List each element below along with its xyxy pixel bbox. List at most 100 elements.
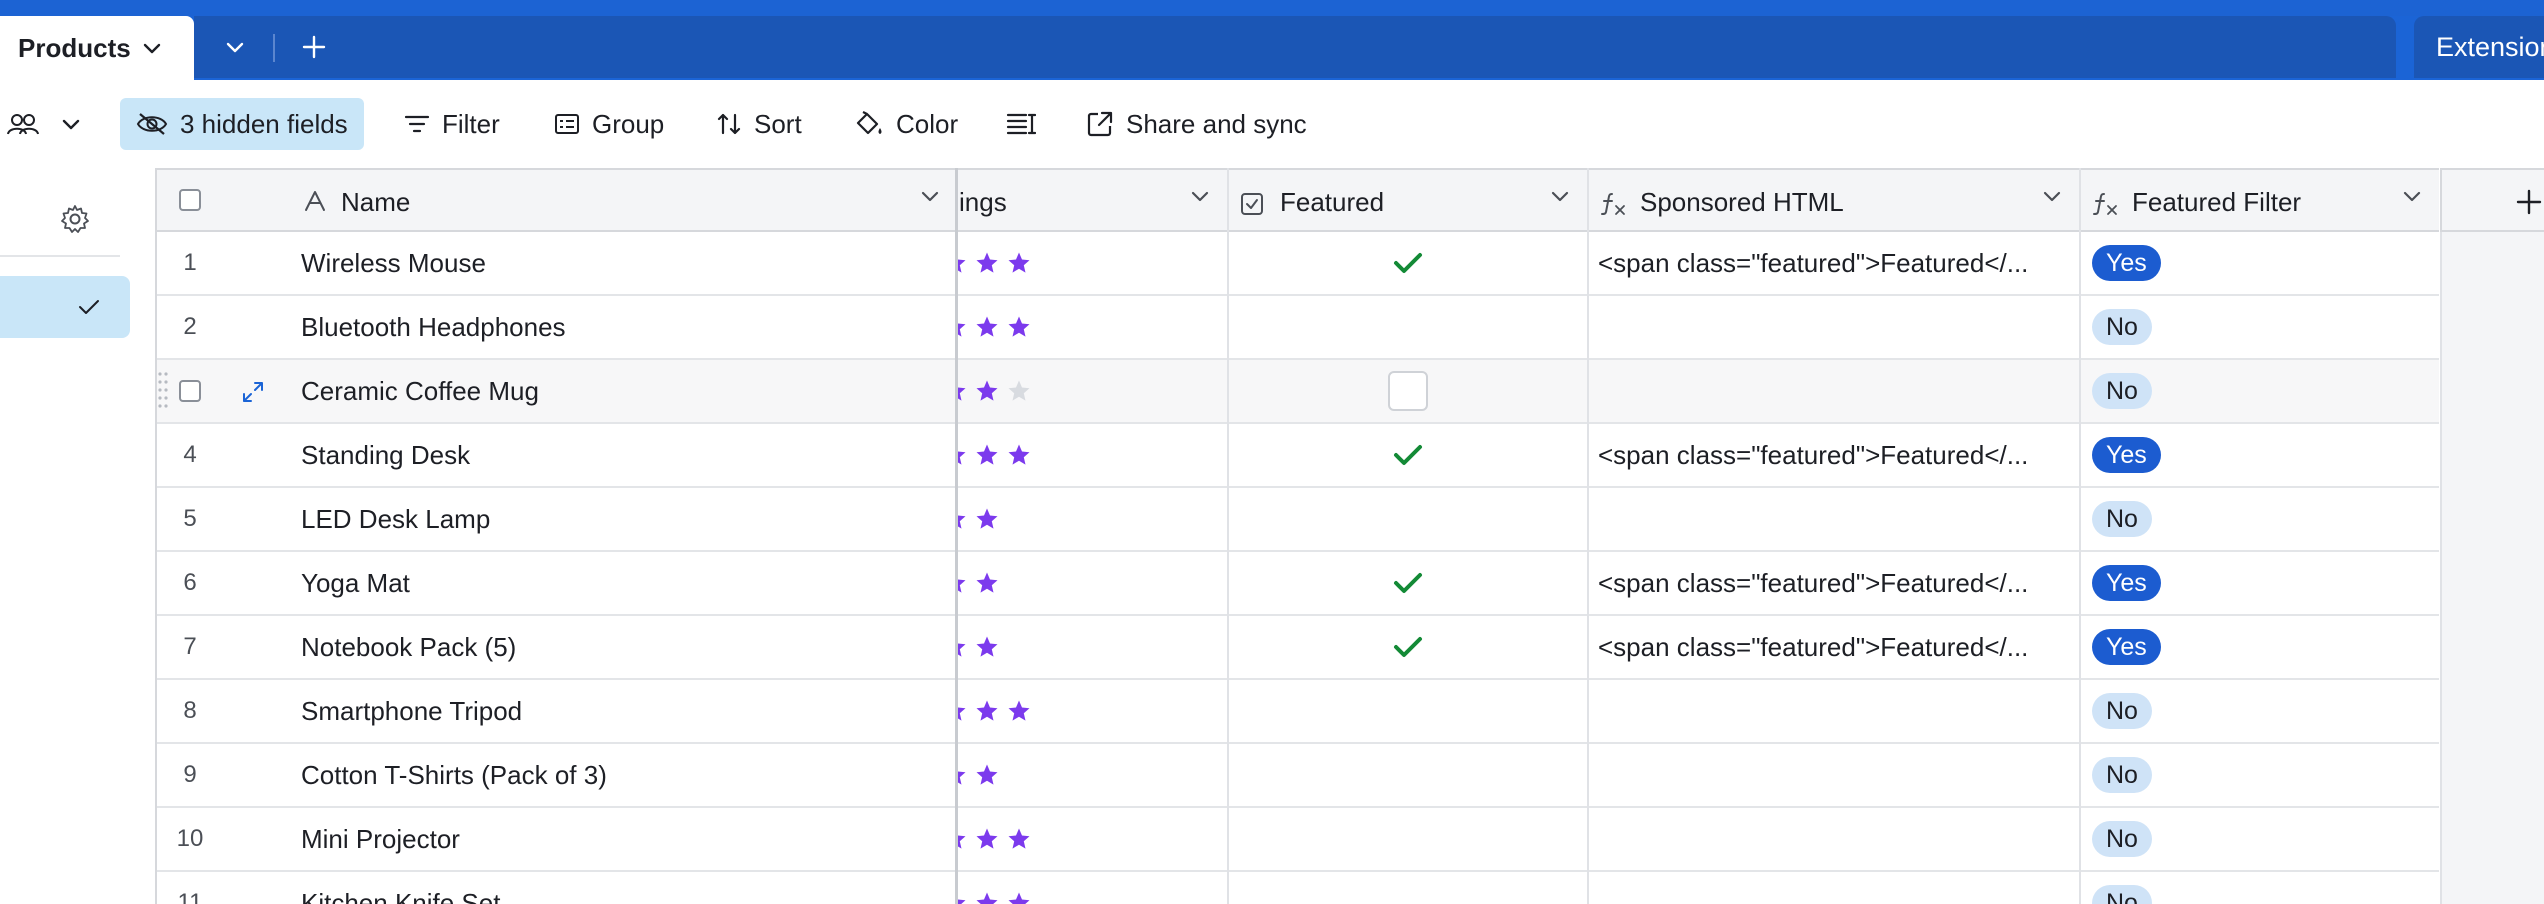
- cell-featured[interactable]: [1228, 552, 1588, 614]
- cell-featured-filter[interactable]: Yes: [2092, 616, 2432, 678]
- add-table-button[interactable]: [292, 16, 336, 78]
- share-sync-button[interactable]: Share and sync: [1086, 98, 1307, 150]
- cell-featured-filter[interactable]: No: [2092, 808, 2432, 870]
- cell-featured-filter[interactable]: Yes: [2092, 424, 2432, 486]
- cell-sponsored-html[interactable]: [1598, 744, 2078, 806]
- cell-rating[interactable]: [957, 296, 1227, 358]
- row-checkbox[interactable]: [179, 380, 201, 402]
- cell-name[interactable]: Bluetooth Headphones: [301, 296, 941, 358]
- cell-featured[interactable]: [1228, 232, 1588, 294]
- cell-featured[interactable]: [1228, 808, 1588, 870]
- cell-sponsored-html[interactable]: [1598, 808, 2078, 870]
- cell-rating[interactable]: [957, 552, 1227, 614]
- cell-rating[interactable]: [957, 808, 1227, 870]
- cell-featured-filter[interactable]: Yes: [2092, 552, 2432, 614]
- tab-products[interactable]: Products: [0, 16, 194, 80]
- table-row[interactable]: 6 Yoga Mat <span class="featured">Featured…: [155, 552, 2439, 616]
- cell-sponsored-html[interactable]: [1598, 680, 2078, 742]
- cell-featured[interactable]: [1228, 424, 1588, 486]
- row-number: 4: [155, 424, 225, 486]
- table-row[interactable]: Ceramic Coffee Mug No: [155, 360, 2439, 424]
- cell-rating[interactable]: [957, 488, 1227, 550]
- color-button[interactable]: Color: [854, 98, 958, 150]
- cell-featured-filter[interactable]: No: [2092, 872, 2432, 904]
- cell-name[interactable]: Smartphone Tripod: [301, 680, 941, 742]
- cell-sponsored-html[interactable]: <span class="featured">Featured</...: [1598, 552, 2078, 614]
- chevron-down-icon[interactable]: [2403, 190, 2421, 202]
- extensions-button[interactable]: Extensions: [2414, 16, 2544, 78]
- column-header-featured-filter[interactable]: Featured Filter: [2132, 187, 2301, 218]
- cell-name[interactable]: Mini Projector: [301, 808, 941, 870]
- expand-record-button[interactable]: [241, 380, 265, 409]
- chevron-down-icon[interactable]: [1551, 190, 1569, 202]
- cell-featured[interactable]: [1228, 872, 1588, 904]
- cell-rating[interactable]: [957, 680, 1227, 742]
- column-header-name[interactable]: Name: [341, 187, 410, 218]
- cell-featured[interactable]: [1228, 360, 1588, 422]
- cell-featured[interactable]: [1228, 744, 1588, 806]
- cell-rating[interactable]: [957, 424, 1227, 486]
- sort-button[interactable]: Sort: [716, 98, 802, 150]
- cell-sponsored-html[interactable]: <span class="featured">Featured</...: [1598, 232, 2078, 294]
- cell-name[interactable]: Yoga Mat: [301, 552, 941, 614]
- cell-featured-filter[interactable]: Yes: [2092, 232, 2432, 294]
- table-row[interactable]: 10 Mini Projector No: [155, 808, 2439, 872]
- group-button[interactable]: Group: [554, 98, 664, 150]
- cell-sponsored-html[interactable]: [1598, 488, 2078, 550]
- cell-name[interactable]: Kitchen Knife Set: [301, 872, 941, 904]
- filter-button[interactable]: Filter: [404, 98, 500, 150]
- row-height-button[interactable]: [1006, 98, 1048, 150]
- cell-rating[interactable]: [957, 872, 1227, 904]
- text-field-icon: [305, 191, 325, 211]
- cell-name[interactable]: Cotton T-Shirts (Pack of 3): [301, 744, 941, 806]
- chevron-down-icon[interactable]: [921, 190, 939, 202]
- cell-name[interactable]: Notebook Pack (5): [301, 616, 941, 678]
- view-switcher-button[interactable]: [6, 98, 92, 150]
- tables-dropdown-button[interactable]: [214, 16, 256, 78]
- cell-sponsored-html[interactable]: <span class="featured">Featured</...: [1598, 616, 2078, 678]
- cell-featured-filter[interactable]: No: [2092, 360, 2432, 422]
- cell-featured-filter[interactable]: No: [2092, 680, 2432, 742]
- cell-featured[interactable]: [1228, 680, 1588, 742]
- cell-name[interactable]: Standing Desk: [301, 424, 941, 486]
- cell-featured[interactable]: [1228, 616, 1588, 678]
- table-row[interactable]: 4 Standing Desk <span class="featured">Fea…: [155, 424, 2439, 488]
- cell-sponsored-html[interactable]: [1598, 872, 2078, 904]
- cell-featured[interactable]: [1228, 296, 1588, 358]
- cell-featured[interactable]: [1228, 488, 1588, 550]
- featured-checkbox[interactable]: [1388, 371, 1428, 411]
- cell-rating[interactable]: [957, 616, 1227, 678]
- table-row[interactable]: 5 LED Desk Lamp No: [155, 488, 2439, 552]
- hidden-fields-button[interactable]: 3 hidden fields: [120, 98, 364, 150]
- cell-featured-filter[interactable]: No: [2092, 744, 2432, 806]
- cell-name[interactable]: Wireless Mouse: [301, 232, 941, 294]
- plus-icon[interactable]: [2516, 189, 2542, 215]
- column-header-featured[interactable]: Featured: [1280, 187, 1384, 218]
- cell-rating[interactable]: [957, 232, 1227, 294]
- column-header-sponsored-html[interactable]: Sponsored HTML: [1640, 187, 1844, 218]
- table-row[interactable]: 2 Bluetooth Headphones No: [155, 296, 2439, 360]
- table-row[interactable]: 9 Cotton T-Shirts (Pack of 3) No: [155, 744, 2439, 808]
- cell-featured-filter[interactable]: No: [2092, 488, 2432, 550]
- table-row[interactable]: 1 Wireless Mouse <span class="featured">Fe…: [155, 232, 2439, 296]
- cell-featured-filter[interactable]: No: [2092, 296, 2432, 358]
- select-all-checkbox[interactable]: [179, 189, 201, 211]
- table-row[interactable]: 7 Notebook Pack (5) <span class="featured"…: [155, 616, 2439, 680]
- chevron-down-icon[interactable]: [1191, 190, 1209, 202]
- cell-sponsored-html[interactable]: [1598, 360, 2078, 422]
- cell-sponsored-html[interactable]: <span class="featured">Featured</...: [1598, 424, 2078, 486]
- cell-rating[interactable]: [957, 360, 1227, 422]
- cell-name[interactable]: Ceramic Coffee Mug: [301, 360, 941, 422]
- cell-name[interactable]: LED Desk Lamp: [301, 488, 941, 550]
- status-badge: No: [2092, 885, 2152, 904]
- cell-sponsored-html[interactable]: [1598, 296, 2078, 358]
- chevron-down-icon[interactable]: [2043, 190, 2061, 202]
- column-header-ratings[interactable]: ings: [959, 187, 1007, 218]
- sidebar-settings-button[interactable]: [60, 204, 90, 239]
- cell-rating[interactable]: [957, 744, 1227, 806]
- tab-label: Products: [18, 32, 131, 63]
- row-number-label: 6: [183, 569, 197, 596]
- table-row[interactable]: 11 Kitchen Knife Set No: [155, 872, 2439, 904]
- sidebar-view-item[interactable]: [0, 276, 130, 338]
- table-row[interactable]: 8 Smartphone Tripod No: [155, 680, 2439, 744]
